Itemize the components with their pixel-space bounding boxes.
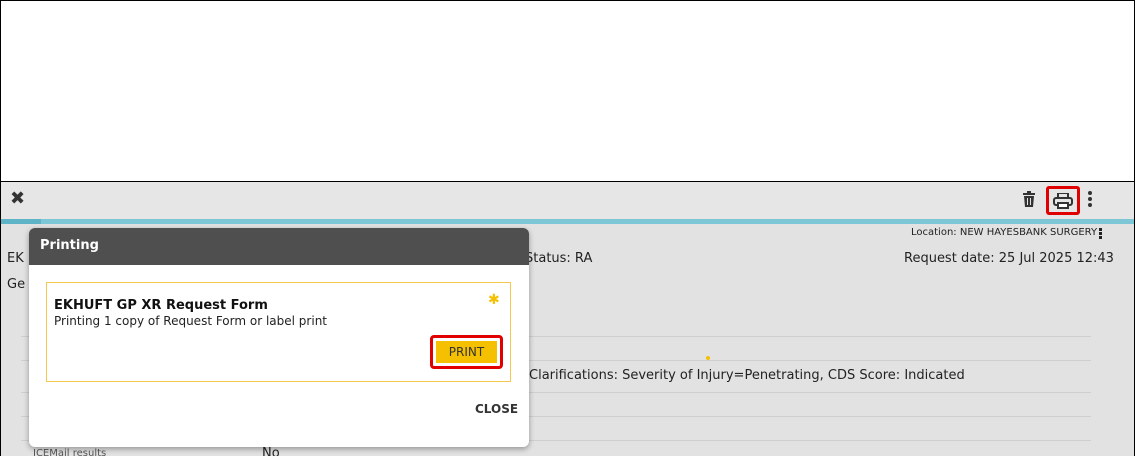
status-text: Status: RA (525, 251, 593, 266)
icemail-label: ICEMail results (33, 448, 107, 456)
more-vertical-icon[interactable] (1088, 191, 1094, 209)
clarifications-text: Clarifications: Severity of Injury=Penet… (529, 368, 965, 383)
print-form-card[interactable]: EKHUFT GP XR Request Form Printing 1 cop… (46, 282, 511, 382)
printing-dialog: Printing EKHUFT GP XR Request Form Print… (29, 228, 529, 447)
request-window: ✖ Location: NEW HAYESBANK SURGERY EK Sta… (0, 181, 1135, 456)
location-more-icon[interactable] (1099, 228, 1103, 240)
left-fragment-ge: Ge (7, 277, 26, 292)
close-icon[interactable]: ✖ (10, 189, 25, 209)
close-button[interactable]: CLOSE (475, 402, 518, 416)
dialog-title: Printing (29, 228, 529, 265)
print-action-button[interactable]: PRINT (430, 335, 503, 369)
trash-icon[interactable] (1022, 191, 1036, 207)
blank-panel (0, 0, 1135, 182)
left-fragment-ek: EK (7, 251, 24, 266)
form-title: EKHUFT GP XR Request Form (54, 298, 268, 313)
icemail-value: No (262, 446, 280, 456)
print-button[interactable] (1046, 186, 1080, 215)
location-label: Location: NEW HAYESBANK SURGERY (911, 227, 1098, 238)
printer-icon (1053, 192, 1073, 209)
request-date: Request date: 25 Jul 2025 12:43 (904, 251, 1114, 266)
print-label: PRINT (436, 341, 497, 363)
star-icon[interactable]: ✱ (488, 292, 500, 308)
indicator-dot (706, 356, 710, 360)
toolbar: ✖ (1, 182, 1134, 219)
form-description: Printing 1 copy of Request Form or label… (54, 314, 327, 328)
